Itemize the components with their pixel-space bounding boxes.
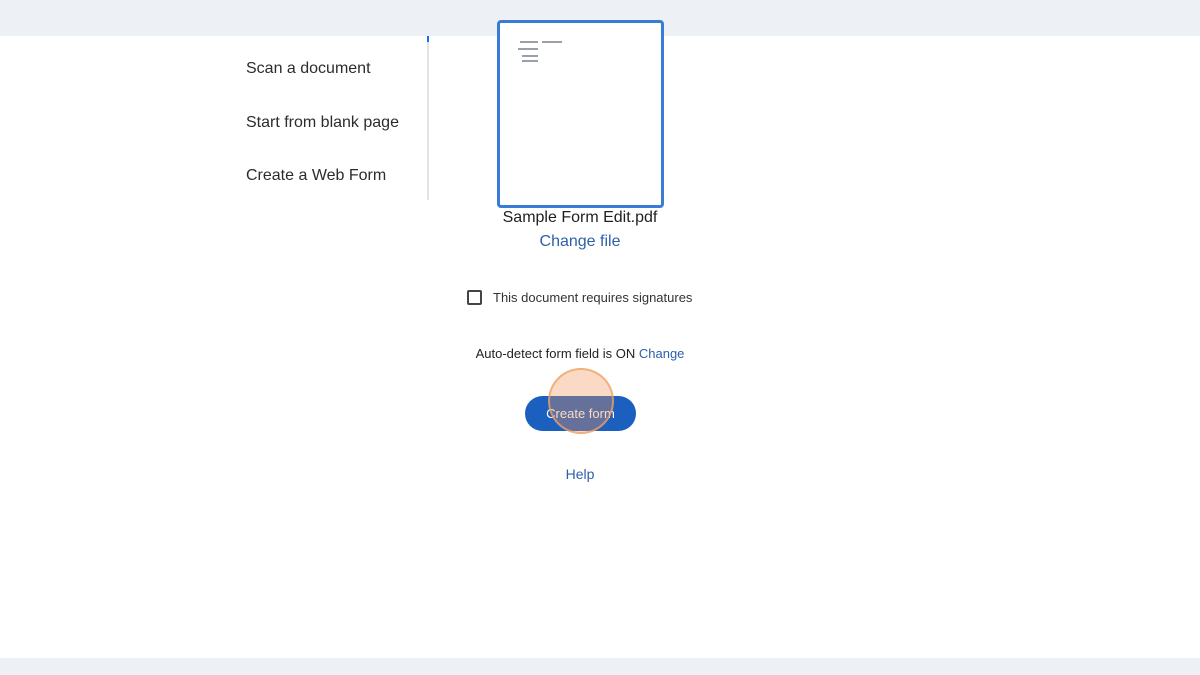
- auto-detect-status: Auto-detect form field is ON: [475, 346, 636, 361]
- requires-signatures-checkbox[interactable]: [467, 290, 482, 305]
- nav-item-start-blank-page[interactable]: Start from blank page: [246, 114, 399, 132]
- document-thumbnail[interactable]: [497, 20, 664, 208]
- thumbnail-text-line: [522, 55, 538, 57]
- change-file-link[interactable]: Change file: [440, 233, 720, 251]
- create-form-button[interactable]: Create form: [525, 396, 636, 431]
- signatures-option: This document requires signatures: [467, 290, 692, 305]
- nav-item-create-web-form[interactable]: Create a Web Form: [246, 167, 386, 185]
- create-form-label: Create form: [546, 406, 615, 421]
- nav-selection-indicator: [427, 36, 429, 42]
- auto-detect-row: Auto-detect form field is ON Change: [440, 346, 720, 361]
- file-name: Sample Form Edit.pdf: [502, 209, 658, 226]
- nav-divider: [427, 36, 429, 200]
- thumbnail-text-line: [542, 41, 562, 43]
- bottom-band: [0, 658, 1200, 675]
- help-link[interactable]: Help: [440, 466, 720, 482]
- thumbnail-text-line: [522, 60, 538, 62]
- thumbnail-text-line: [518, 48, 538, 50]
- nav-item-scan-document[interactable]: Scan a document: [246, 60, 371, 78]
- requires-signatures-label: This document requires signatures: [493, 290, 693, 305]
- thumbnail-text-line: [520, 41, 538, 43]
- auto-detect-change-link[interactable]: Change: [639, 346, 685, 361]
